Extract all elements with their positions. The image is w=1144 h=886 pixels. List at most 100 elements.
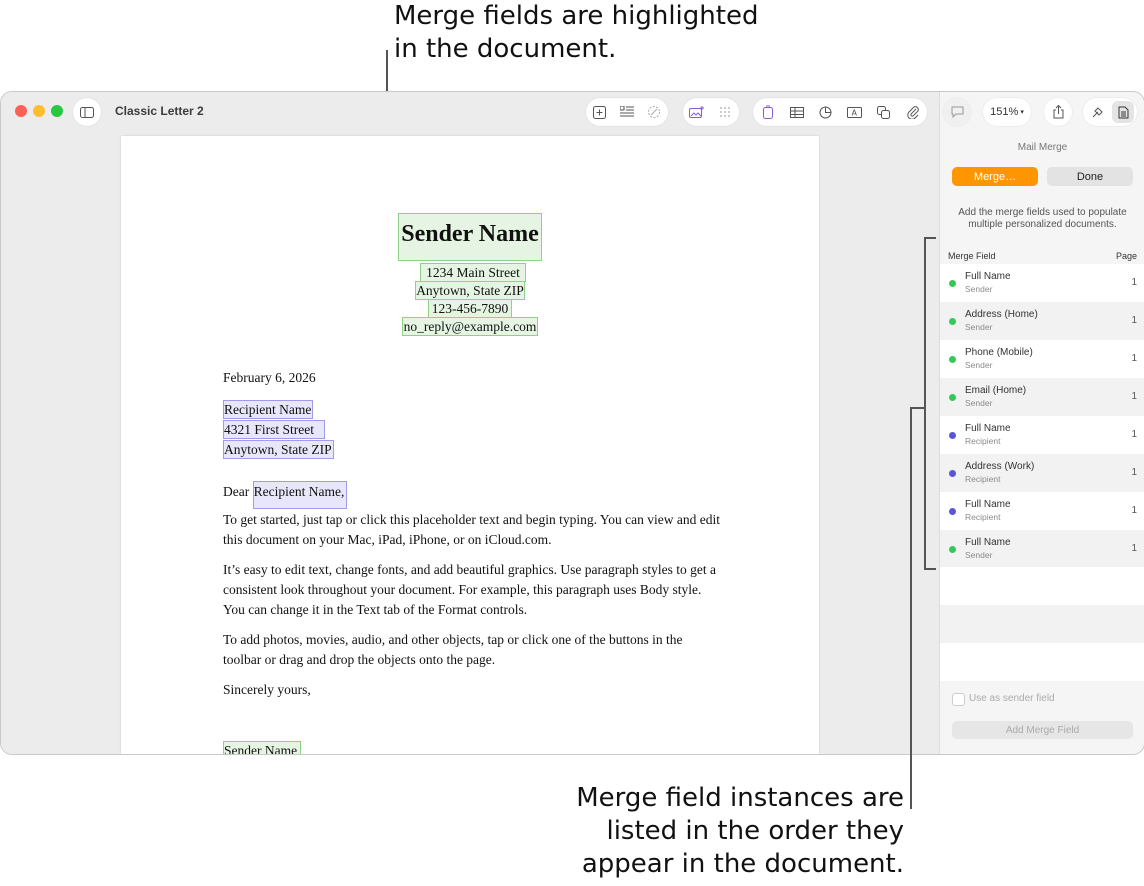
merge-field-name: Phone (Mobile) — [965, 347, 1033, 358]
paragraph-1[interactable]: To get started, just tap or click this p… — [223, 510, 723, 550]
merge-field-name: Full Name — [965, 499, 1011, 510]
merge-field-recipient-street[interactable]: 4321 First Street — [223, 420, 325, 439]
merge-field-role: Recipient — [965, 436, 1001, 446]
format-sidebar: 151% ▾ Mail Merge Merge… Done Add the me… — [939, 92, 1144, 754]
attachment-icon[interactable] — [898, 98, 927, 126]
share-button[interactable] — [1044, 98, 1072, 126]
merge-field-row[interactable]: Email (Home) Sender 1 — [940, 378, 1144, 416]
merge-field-role: Sender — [965, 398, 993, 408]
merge-field-row[interactable]: Full Name Sender 1 — [940, 264, 1144, 302]
merge-field-name: Email (Home) — [965, 385, 1027, 396]
empty-row — [940, 605, 1144, 643]
paragraph-3[interactable]: To add photos, movies, audio, and other … — [223, 630, 723, 670]
document-page[interactable]: Sender Name 1234 Main Street Anytown, St… — [121, 136, 819, 754]
merge-field-page: 1 — [1131, 277, 1137, 288]
status-dot — [949, 470, 956, 477]
merge-field-name: Address (Home) — [965, 309, 1038, 320]
text-icon[interactable]: A — [840, 98, 869, 126]
merge-field-name: Full Name — [965, 537, 1011, 548]
merge-field-row[interactable]: Address (Home) Sender 1 — [940, 302, 1144, 340]
merge-field-recipient-city[interactable]: Anytown, State ZIP — [223, 440, 334, 459]
zoom-menu[interactable]: 151% ▾ — [983, 98, 1031, 126]
minimize-window-button[interactable] — [33, 105, 45, 117]
toolbar-group-insert — [586, 98, 668, 126]
merge-field-row[interactable]: Full Name Recipient 1 — [940, 416, 1144, 454]
merge-field-page: 1 — [1131, 467, 1137, 478]
merge-field-page: 1 — [1131, 505, 1137, 516]
sidebar-toggle-button[interactable] — [73, 98, 101, 126]
paragraph-2[interactable]: It’s easy to edit text, change fonts, an… — [223, 560, 723, 620]
merge-field-page: 1 — [1131, 429, 1137, 440]
callout-bottom-line-1: Merge field instances are — [576, 783, 904, 813]
chart-icon[interactable] — [811, 98, 840, 126]
salutation-prefix: Dear — [223, 484, 253, 499]
pages-window: Classic Letter 2 A Sender Name 1234 Main… — [0, 91, 1144, 755]
merge-field-role: Sender — [965, 322, 993, 332]
text-box-icon[interactable] — [753, 98, 782, 126]
callout-bottom-line-3: appear in the document. — [581, 849, 904, 879]
comment-button[interactable] — [943, 98, 971, 126]
merge-field-sender-phone[interactable]: 123-456-7890 — [428, 299, 512, 318]
empty-row — [940, 643, 1144, 681]
callout-top-line-2: in the document. — [394, 34, 617, 64]
document-icon[interactable] — [1112, 101, 1134, 123]
callout-bottom-line-2: listed in the order they — [606, 816, 904, 846]
svg-text:A: A — [852, 108, 858, 117]
sender-field-checkbox[interactable] — [952, 693, 965, 706]
done-button[interactable]: Done — [1047, 167, 1133, 186]
merge-field-signature[interactable]: Sender Name — [223, 741, 301, 754]
callout-bottom-bracket-top — [924, 237, 936, 239]
merge-field-page: 1 — [1131, 353, 1137, 364]
merge-field-row[interactable]: Address (Work) Recipient 1 — [940, 454, 1144, 492]
callout-top: Merge fields are highlighted in the docu… — [394, 0, 758, 66]
merge-field-row[interactable]: Phone (Mobile) Sender 1 — [940, 340, 1144, 378]
sidebar-toolbar: 151% ▾ — [940, 92, 1144, 132]
merge-field-salutation-name[interactable]: Recipient Name, — [252, 481, 348, 509]
column-page: Page — [1115, 251, 1137, 261]
merge-field-sender-name[interactable]: Sender Name — [398, 213, 542, 261]
status-dot — [949, 394, 956, 401]
merge-field-role: Sender — [965, 550, 993, 560]
shape-icon[interactable] — [869, 98, 898, 126]
mail-merge-description: Add the merge fields used to populate mu… — [958, 207, 1127, 230]
letter-closing: Sincerely yours, — [223, 682, 311, 697]
merge-field-row[interactable]: Full Name Sender 1 — [940, 530, 1144, 568]
comment-icon — [943, 98, 971, 126]
merge-field-role: Recipient — [965, 474, 1001, 484]
magic-icon[interactable] — [641, 98, 668, 126]
merge-field-sender-email[interactable]: no_reply@example.com — [402, 317, 538, 336]
merge-button[interactable]: Merge… — [952, 167, 1038, 186]
document-title: Classic Letter 2 — [115, 104, 204, 118]
merge-field-page: 1 — [1131, 315, 1137, 326]
share-icon — [1044, 98, 1072, 126]
media-icon[interactable] — [683, 98, 711, 126]
merge-field-row[interactable]: Full Name Recipient 1 — [940, 492, 1144, 530]
column-merge-field: Merge Field — [948, 251, 996, 261]
zoom-window-button[interactable] — [51, 105, 63, 117]
merge-field-sender-city[interactable]: Anytown, State ZIP — [415, 281, 525, 300]
merge-field-sender-street[interactable]: 1234 Main Street — [420, 263, 526, 282]
status-dot — [949, 432, 956, 439]
merge-field-recipient-name[interactable]: Recipient Name — [223, 400, 313, 419]
grid-icon[interactable] — [711, 98, 739, 126]
title-bar: Classic Letter 2 A — [1, 92, 939, 132]
add-page-icon[interactable] — [586, 98, 613, 126]
salutation: Dear Recipient Name, — [223, 481, 348, 509]
list-icon[interactable] — [613, 98, 640, 126]
merge-field-role: Sender — [965, 360, 993, 370]
merge-field-name: Address (Work) — [965, 461, 1035, 472]
merge-field-role: Sender — [965, 284, 993, 294]
callout-bottom: Merge field instances are listed in the … — [576, 782, 904, 881]
format-icon[interactable] — [1083, 98, 1112, 126]
letter-date: February 6, 2026 — [223, 370, 316, 385]
mail-merge-title: Mail Merge — [1017, 142, 1068, 153]
callout-bottom-bracket — [924, 237, 926, 570]
sender-field-checkbox-label: Use as sender field — [969, 693, 1055, 704]
empty-row — [940, 567, 1144, 605]
status-dot — [949, 546, 956, 553]
table-icon[interactable] — [782, 98, 811, 126]
zoom-value: 151% — [990, 106, 1019, 118]
status-dot — [949, 280, 956, 287]
close-window-button[interactable] — [15, 105, 27, 117]
add-merge-field-button[interactable]: Add Merge Field — [952, 721, 1133, 739]
